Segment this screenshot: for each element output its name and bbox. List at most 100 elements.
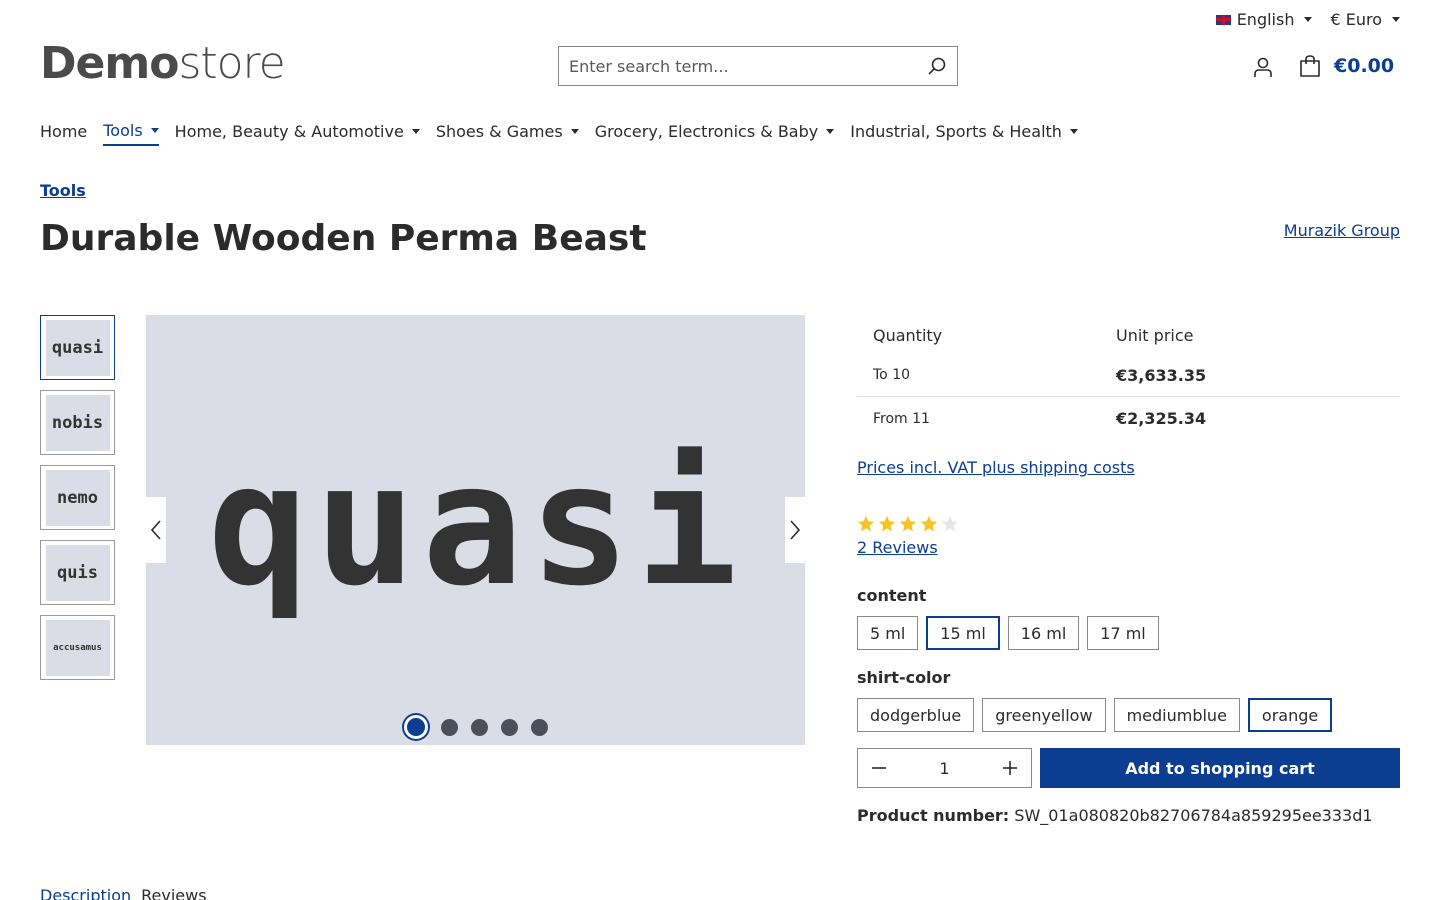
content-option[interactable]: 5 ml <box>857 616 919 650</box>
shirt-color-option[interactable]: mediumblue <box>1113 698 1240 732</box>
nav-item-industrial-sports-health[interactable]: Industrial, Sports & Health <box>850 121 1078 146</box>
quantity-cell: From 11 <box>873 410 930 427</box>
gallery-dot[interactable] <box>440 718 458 736</box>
product-image-text: quasi <box>207 427 744 623</box>
star-icon <box>899 515 917 532</box>
tab-reviews[interactable]: Reviews <box>141 886 206 900</box>
product-tabs: Description Reviews <box>40 886 207 900</box>
price-table-header: Quantity Unit price <box>857 316 1400 354</box>
content-option-group: 5 ml 15 ml 16 ml 17 ml <box>857 616 1159 650</box>
thumbnail-1[interactable]: quasi <box>40 315 115 380</box>
shirt-color-option-group: dodgerblue greenyellow mediumblue orange <box>857 698 1333 732</box>
shirt-color-option[interactable]: greenyellow <box>982 698 1106 732</box>
breadcrumb[interactable]: Tools <box>40 181 86 200</box>
nav-item-shoes-games[interactable]: Shoes & Games <box>436 121 579 146</box>
quantity-value[interactable]: 1 <box>939 759 949 778</box>
quantity-stepper: 1 <box>857 748 1032 788</box>
thumbnail-text: accusamus <box>45 619 110 676</box>
search-bar <box>558 46 958 86</box>
page-title: Durable Wooden Perma Beast <box>40 218 647 259</box>
manufacturer-link[interactable]: Murazik Group <box>1284 221 1400 240</box>
star-icon <box>878 515 896 532</box>
gallery-dot[interactable] <box>470 718 488 736</box>
search-icon[interactable] <box>927 56 947 76</box>
star-icon <box>920 515 938 532</box>
shirt-color-option[interactable]: dodgerblue <box>857 698 975 732</box>
thumbnail-2[interactable]: nobis <box>40 390 115 455</box>
minus-icon <box>872 767 886 769</box>
nav-item-home[interactable]: Home <box>40 121 87 146</box>
thumbnail-3[interactable]: nemo <box>40 465 115 530</box>
language-label: English <box>1236 10 1295 29</box>
decrease-quantity-button[interactable] <box>870 759 888 777</box>
product-number-label: Product number: <box>857 806 1010 825</box>
thumbnail-text: quis <box>45 544 110 601</box>
chevron-left-icon <box>150 520 161 540</box>
star-icon <box>857 515 875 532</box>
chevron-down-icon <box>411 129 420 134</box>
product-image-gallery: quasi <box>146 315 805 745</box>
content-option-label: content <box>857 586 927 605</box>
logo-light-text: store <box>178 38 285 89</box>
nav-item-label: Home, Beauty & Automotive <box>174 122 404 141</box>
price-cell: €2,325.34 <box>1116 409 1207 428</box>
price-table: Quantity Unit price To 10 €3,633.35 From… <box>857 316 1400 440</box>
gallery-next-button[interactable] <box>785 497 805 563</box>
price-table-row: To 10 €3,633.35 <box>857 354 1400 397</box>
shirt-color-option[interactable]: orange <box>1247 698 1333 732</box>
star-empty-icon <box>941 515 959 532</box>
content-option[interactable]: 17 ml <box>1087 616 1159 650</box>
currency-label: € Euro <box>1330 10 1382 29</box>
main-navigation: Home Tools Home, Beauty & Automotive Sho… <box>40 121 1078 146</box>
content-option[interactable]: 16 ml <box>1007 616 1080 650</box>
tab-description[interactable]: Description <box>40 886 131 900</box>
chevron-down-icon <box>150 128 159 133</box>
quantity-cell: To 10 <box>873 367 911 383</box>
price-table-row: From 11 €2,325.34 <box>857 397 1400 440</box>
search-input[interactable] <box>569 56 927 76</box>
chevron-down-icon <box>1392 17 1400 22</box>
language-dropdown[interactable]: English <box>1215 10 1313 29</box>
top-bar: English € Euro <box>1215 10 1400 29</box>
vat-shipping-link[interactable]: Prices incl. VAT plus shipping costs <box>857 458 1135 477</box>
gallery-dot[interactable] <box>403 715 428 739</box>
plus-icon <box>1003 761 1017 775</box>
gallery-dot[interactable] <box>500 718 518 736</box>
thumbnail-4[interactable]: quis <box>40 540 115 605</box>
thumbnail-text: quasi <box>45 319 110 376</box>
gallery-prev-button[interactable] <box>146 497 166 563</box>
cart-button[interactable]: €0.00 <box>1298 54 1394 78</box>
nav-item-grocery-electronics-baby[interactable]: Grocery, Electronics & Baby <box>595 121 835 146</box>
shirt-color-option-label: shirt-color <box>857 668 951 687</box>
nav-item-label: Tools <box>103 121 143 140</box>
column-header: Unit price <box>1116 325 1194 345</box>
nav-item-label: Grocery, Electronics & Baby <box>594 122 819 141</box>
product-number-value: SW_01a080820b82706784a859295ee333d1 <box>1014 806 1373 825</box>
uk-flag-icon <box>1215 14 1231 25</box>
chevron-down-icon <box>1069 129 1078 134</box>
increase-quantity-button[interactable] <box>1001 759 1019 777</box>
nav-item-home-beauty-automotive[interactable]: Home, Beauty & Automotive <box>175 121 420 146</box>
reviews-link[interactable]: 2 Reviews <box>857 538 938 557</box>
chevron-down-icon <box>1304 17 1313 22</box>
store-logo[interactable]: Demostore <box>40 38 286 89</box>
add-to-cart-button[interactable]: Add to shopping cart <box>1040 748 1400 788</box>
currency-dropdown[interactable]: € Euro <box>1330 10 1400 29</box>
product-number: Product number: SW_01a080820b82706784a85… <box>857 806 1373 825</box>
thumbnail-text: nemo <box>45 469 110 526</box>
nav-item-label: Industrial, Sports & Health <box>850 122 1062 141</box>
nav-item-label: Shoes & Games <box>435 122 563 141</box>
shopping-bag-icon <box>1300 55 1320 77</box>
content-option[interactable]: 15 ml <box>926 616 1000 650</box>
chevron-right-icon <box>790 520 801 540</box>
gallery-thumbnails: quasi nobis nemo quis accusamus <box>40 315 115 680</box>
gallery-dot[interactable] <box>530 718 548 736</box>
nav-item-tools[interactable]: Tools <box>103 121 159 146</box>
thumbnail-5[interactable]: accusamus <box>40 615 115 680</box>
gallery-dots <box>146 715 805 739</box>
thumbnail-text: nobis <box>45 394 110 451</box>
chevron-down-icon <box>826 129 835 134</box>
logo-bold-text: Demo <box>40 38 179 89</box>
rating-stars <box>857 515 959 533</box>
account-icon[interactable] <box>1252 56 1274 78</box>
